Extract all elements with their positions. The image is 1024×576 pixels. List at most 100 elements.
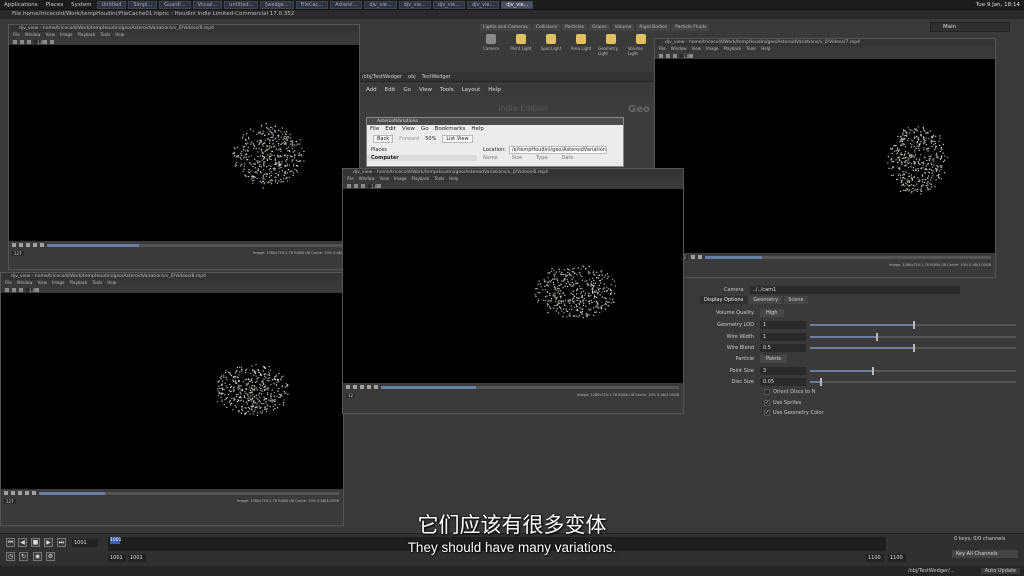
menu-view[interactable]: View [691,46,701,52]
auto-update-button[interactable]: Auto Update [980,568,1020,574]
slider-handle[interactable] [913,343,915,352]
places-header[interactable]: Places [367,147,477,153]
menu-view[interactable]: View [402,125,415,133]
slider-handle[interactable] [871,366,874,375]
loop-icon[interactable] [40,243,44,247]
timeline-slider[interactable] [47,243,355,247]
shelf-tab[interactable]: Grains [589,24,610,31]
menu-window[interactable]: Window [25,32,41,38]
taskbar-item[interactable]: Asteroi... [330,0,363,9]
zoom-field[interactable]: 1.00 [680,53,692,59]
shelf-tab[interactable]: Volume [611,24,635,31]
slider-handle[interactable] [875,332,878,341]
zoom-field[interactable]: 1.00 [34,39,46,45]
timeline-slider[interactable] [705,255,991,259]
particle-select[interactable]: Points [760,354,788,363]
menu-file[interactable]: File [659,46,666,52]
tool-icon[interactable] [12,287,16,292]
taskbar-item[interactable]: djv_vie... [398,0,431,9]
step-icon[interactable] [367,385,371,389]
menu-playback[interactable]: Playback [78,32,96,38]
path-tab[interactable]: /obj/TestWedger [362,74,402,80]
zoom-level[interactable]: 50% [425,136,436,142]
tool-icon[interactable] [361,183,365,188]
column-type[interactable]: Type [536,155,547,161]
path-node[interactable]: TestWedger [422,74,451,80]
range-start-field[interactable]: 1001 [108,554,126,562]
taskbar-item[interactable]: untitled... [224,0,259,9]
stop-icon[interactable] [19,243,23,247]
menu-tools[interactable]: Tools [100,32,110,38]
play-back-icon[interactable] [12,243,16,247]
menu-file[interactable]: File [347,176,354,182]
step-icon[interactable] [33,243,37,247]
tab-scene[interactable]: Scene [784,296,808,304]
tool-icon[interactable] [659,53,663,58]
path-obj[interactable]: obj [408,74,416,80]
loop-icon[interactable] [698,255,703,259]
menu-playback[interactable]: Playback [70,280,88,286]
video-view[interactable] [343,189,683,383]
video-view[interactable] [655,59,995,253]
range-start2-field[interactable]: 1001 [128,554,146,562]
menu-add[interactable]: Add [366,87,377,93]
menu-image[interactable]: Image [52,280,65,286]
menu-window[interactable]: Window [359,176,375,182]
play-back-icon[interactable] [346,385,350,389]
volume-light-tool[interactable]: Volume Light [628,34,654,58]
tool-icon[interactable] [666,53,670,58]
play-icon[interactable] [360,385,364,389]
geometry-light-tool[interactable]: Geometry Light [598,34,624,58]
wire-blend-slider[interactable] [810,343,1016,352]
location-field[interactable]: /e/tempHoudini/geo/AsteroidVariations [508,146,607,154]
tab-display-options[interactable]: Display Options [700,296,748,304]
video-view[interactable] [1,293,343,489]
menu-playback[interactable]: Playback [412,176,430,182]
point-size-field[interactable]: 3 [760,366,806,375]
menu-view[interactable]: View [45,32,55,38]
menu-window[interactable]: Window [671,46,687,52]
shelf-tab[interactable]: Collisions [532,24,561,31]
use-sprites-checkbox[interactable]: ✓ [764,400,770,406]
taskbar-item[interactable]: Simpl... [128,0,158,9]
menu-tools[interactable]: Tools [440,87,454,93]
menu-image[interactable]: Image [60,32,73,38]
menu-tools[interactable]: Tools [434,176,444,182]
menu-image[interactable]: Image [706,46,719,52]
menu-playback[interactable]: Playback [724,46,742,52]
tool-icon[interactable] [43,39,47,44]
wire-width-slider[interactable] [810,332,1016,341]
menu-edit[interactable]: Edit [385,125,396,133]
tool-icon[interactable] [19,287,23,292]
disc-size-field[interactable]: 0.05 [760,377,806,386]
taskbar-item[interactable]: djv_vie... [467,0,500,9]
taskbar-item[interactable]: Guardi... [159,0,191,9]
place-computer[interactable]: Computer [367,155,477,161]
taskbar-item-active[interactable]: djv_vie... [501,0,534,9]
system-menu[interactable]: System [67,2,96,8]
menu-window[interactable]: Window [17,280,33,286]
menu-go[interactable]: Go [421,125,429,133]
camera-tool[interactable]: Camera [478,34,504,58]
menu-help[interactable]: Help [761,46,770,52]
use-geometry-color-checkbox[interactable]: ✓ [764,410,770,416]
taskbar-item[interactable]: Visual... [192,0,223,9]
frame-field[interactable]: 127 [12,250,24,256]
orient-discs-checkbox[interactable] [764,389,770,395]
menu-layout[interactable]: Layout [462,87,481,93]
menu-help[interactable]: Help [115,32,124,38]
menu-image[interactable]: Image [394,176,407,182]
frame-field[interactable]: 12 [346,392,356,398]
tool-icon[interactable] [13,39,17,44]
taskbar-item[interactable]: djv_vie... [364,0,397,9]
tab-geometry[interactable]: Geometry [749,296,783,304]
menu-go[interactable]: Go [403,87,411,93]
zoom-field[interactable]: 1.00 [26,287,38,293]
timeline-slider[interactable] [39,491,339,495]
column-date[interactable]: Date [562,155,574,161]
tool-icon[interactable] [354,183,358,188]
point-size-slider[interactable] [810,366,1016,375]
loop-icon[interactable] [374,385,378,389]
step-icon[interactable] [25,491,29,495]
slider-handle[interactable] [820,377,823,386]
